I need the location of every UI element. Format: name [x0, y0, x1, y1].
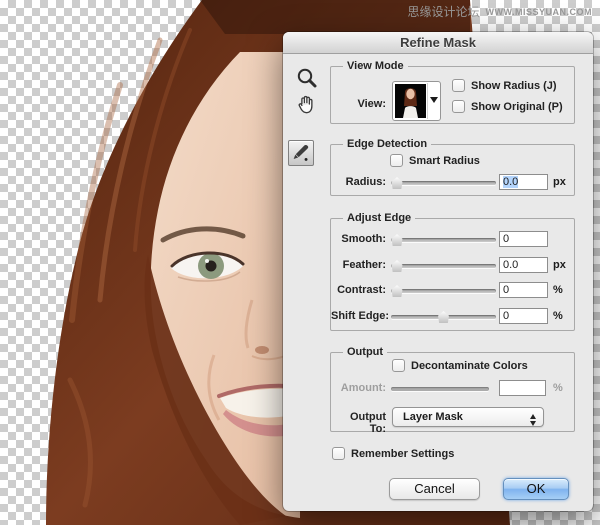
edge-detection-group: Edge Detection Smart Radius Radius: 0.0 … — [330, 144, 575, 196]
amount-unit: % — [553, 382, 563, 394]
shift-edge-input[interactable]: 0 — [499, 308, 548, 324]
feather-unit: px — [553, 259, 566, 271]
decontaminate-checkbox[interactable] — [392, 359, 405, 372]
remember-settings-label: Remember Settings — [351, 448, 454, 460]
show-radius-checkbox-row[interactable]: Show Radius (J) — [452, 79, 557, 92]
view-label: View: — [331, 98, 386, 110]
slider-thumb[interactable] — [391, 177, 403, 189]
radius-slider[interactable] — [391, 176, 496, 189]
radius-row: Radius: 0.0 px — [331, 174, 574, 191]
output-to-select[interactable]: Layer Mask — [392, 407, 544, 427]
amount-slider — [391, 382, 489, 395]
decontaminate-checkbox-row[interactable]: Decontaminate Colors — [392, 359, 528, 372]
contrast-unit: % — [553, 284, 563, 296]
view-thumbnail-image — [395, 84, 426, 118]
shift-edge-unit: % — [553, 310, 563, 322]
smooth-slider[interactable] — [391, 233, 496, 246]
edge-detection-group-label: Edge Detection — [343, 138, 431, 150]
canvas-area: 思缘设计论坛 WWW.MISSYUAN.COM Refine Mask — [0, 0, 600, 525]
feather-slider[interactable] — [391, 259, 496, 272]
brush-icon — [290, 142, 312, 164]
smart-radius-checkbox[interactable] — [390, 154, 403, 167]
refine-mask-dialog: Refine Mask View Mode View: — [283, 32, 593, 511]
cancel-button[interactable]: Cancel — [389, 478, 480, 500]
slider-thumb[interactable] — [391, 260, 403, 272]
slider-track — [391, 264, 496, 268]
amount-label: Amount: — [331, 382, 386, 394]
dialog-title: Refine Mask — [400, 35, 476, 50]
watermark: 思缘设计论坛 WWW.MISSYUAN.COM — [407, 3, 592, 20]
show-radius-label: Show Radius (J) — [471, 80, 557, 92]
adjust-edge-group-label: Adjust Edge — [343, 212, 415, 224]
contrast-label: Contrast: — [331, 284, 386, 296]
contrast-input[interactable]: 0 — [499, 282, 548, 298]
feather-input[interactable]: 0.0 — [499, 257, 548, 273]
remember-settings-row[interactable]: Remember Settings — [332, 447, 454, 460]
view-mode-dropdown[interactable] — [392, 81, 441, 121]
feather-row: Feather: 0.0 px — [331, 257, 574, 274]
zoom-tool[interactable] — [296, 67, 318, 92]
radius-unit: px — [553, 176, 566, 188]
output-group-label: Output — [343, 346, 387, 358]
dialog-titlebar[interactable]: Refine Mask — [283, 32, 593, 54]
amount-input — [499, 380, 546, 396]
feather-label: Feather: — [331, 259, 386, 271]
smart-radius-label: Smart Radius — [409, 155, 480, 167]
output-group: Output Decontaminate Colors Amount: % Ou… — [330, 352, 575, 432]
show-original-label: Show Original (P) — [471, 101, 563, 113]
decontaminate-label: Decontaminate Colors — [411, 360, 528, 372]
slider-track — [391, 181, 496, 185]
view-mode-group-label: View Mode — [343, 60, 408, 72]
smart-radius-checkbox-row[interactable]: Smart Radius — [390, 154, 480, 167]
show-radius-checkbox[interactable] — [452, 79, 465, 92]
adjust-edge-group: Adjust Edge Smooth: 0 Feather: 0.0 px — [330, 218, 575, 331]
output-to-label: Output To: — [331, 411, 386, 435]
output-to-value: Layer Mask — [403, 411, 463, 423]
smooth-input[interactable]: 0 — [499, 231, 548, 247]
refine-radius-tool-button[interactable] — [288, 140, 314, 166]
remember-settings-checkbox[interactable] — [332, 447, 345, 460]
amount-row: Amount: % — [331, 380, 574, 397]
shift-edge-label: Shift Edge: — [331, 310, 386, 322]
slider-thumb[interactable] — [391, 234, 403, 246]
contrast-row: Contrast: 0 % — [331, 282, 574, 299]
slider-thumb[interactable] — [438, 311, 450, 323]
magnifier-icon — [296, 67, 318, 89]
ok-button[interactable]: OK — [503, 478, 569, 500]
smooth-row: Smooth: 0 — [331, 231, 574, 248]
select-arrows-icon — [530, 411, 536, 429]
contrast-slider[interactable] — [391, 284, 496, 297]
hand-tool[interactable] — [295, 93, 318, 119]
watermark-chinese: 思缘设计论坛 — [407, 3, 479, 20]
slider-thumb[interactable] — [391, 285, 403, 297]
shift-edge-slider[interactable] — [391, 310, 496, 323]
hand-icon — [295, 93, 318, 116]
slider-track — [391, 387, 489, 391]
show-original-checkbox-row[interactable]: Show Original (P) — [452, 100, 563, 113]
chevron-down-icon — [427, 83, 439, 119]
radius-label: Radius: — [331, 176, 386, 188]
smooth-label: Smooth: — [331, 233, 386, 245]
slider-track — [391, 289, 496, 293]
slider-track — [391, 238, 496, 242]
show-original-checkbox[interactable] — [452, 100, 465, 113]
view-mode-group: View Mode View: Show Radius (J) — [330, 66, 575, 124]
radius-input[interactable]: 0.0 — [499, 174, 548, 190]
watermark-url: WWW.MISSYUAN.COM — [486, 7, 593, 17]
shift-edge-row: Shift Edge: 0 % — [331, 308, 574, 325]
